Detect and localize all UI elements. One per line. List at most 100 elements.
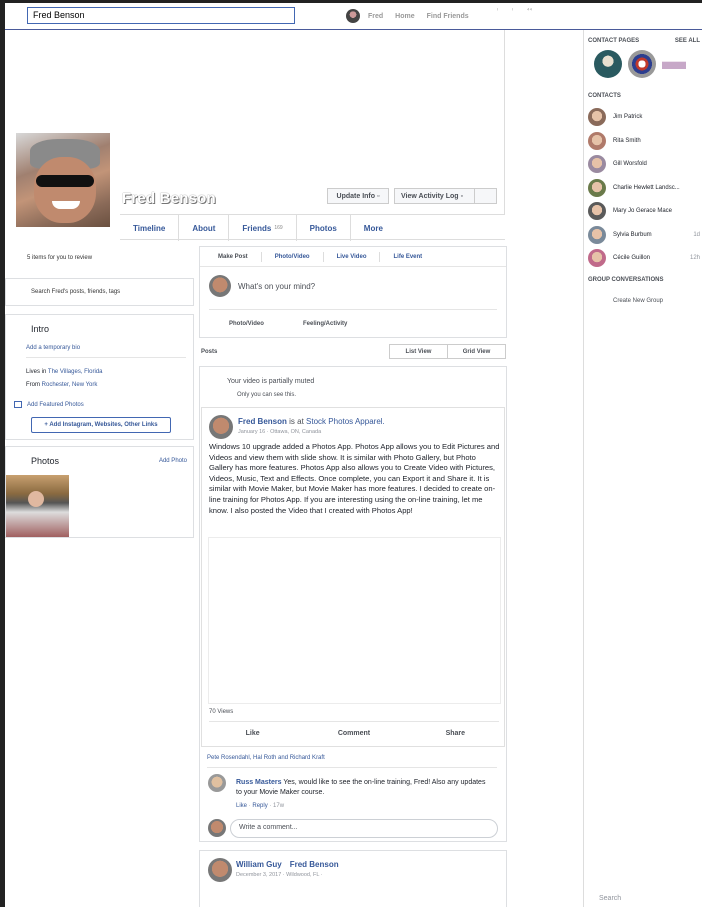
- post-container: Your video is partially muted Only you c…: [199, 366, 507, 842]
- friend-requests-icon[interactable]: ᶦ: [497, 8, 498, 14]
- top-navigation-bar: Fred Benson Fred Home Find Friends ᶦ ᶦ ⁴…: [5, 0, 702, 30]
- contact-page-avatar[interactable]: [594, 50, 622, 78]
- divider: [209, 309, 497, 310]
- post-card: Fred Benson is at Stock Photos Apparel. …: [201, 407, 505, 747]
- share-button[interactable]: Share: [405, 730, 506, 737]
- nav-icons: ᶦ ᶦ ⁴⁴: [497, 8, 532, 14]
- contact-name: Jim Patrick: [613, 114, 643, 120]
- tab-friends[interactable]: Friends 169: [229, 215, 297, 241]
- add-featured-photos-link[interactable]: Add Featured Photos: [14, 401, 84, 408]
- contact-page-avatar[interactable]: [662, 52, 686, 76]
- contact-item[interactable]: Gill Worsfold: [588, 154, 700, 174]
- comment-text: Russ Masters Yes, would like to see the …: [236, 778, 486, 798]
- comment-reply-link[interactable]: Reply: [252, 803, 267, 809]
- create-group-link[interactable]: Create New Group: [613, 298, 663, 304]
- view-toggle: List View Grid View: [389, 344, 506, 359]
- notifications-icon[interactable]: ⁴⁴: [527, 8, 532, 14]
- avatar[interactable]: [208, 858, 232, 882]
- post-target-link[interactable]: Fred Benson: [290, 860, 339, 869]
- photos-card: Photos Add Photo: [5, 446, 194, 538]
- contact-name: Sylvia Burbum: [613, 231, 652, 238]
- post-text: Windows 10 upgrade added a Photos App. P…: [209, 442, 500, 515]
- contact-pages-title: CONTACT PAGES: [588, 38, 640, 44]
- grid-view-button[interactable]: Grid View: [448, 345, 505, 358]
- contact-item[interactable]: Charlie Hewlett Landsc...: [588, 178, 700, 198]
- nav-profile-link[interactable]: Fred: [368, 13, 383, 20]
- messages-icon[interactable]: ᶦ: [512, 8, 513, 14]
- contact-avatar: [588, 155, 606, 173]
- update-info-label: Update Info: [336, 192, 376, 200]
- composer-tab-photo-video[interactable]: Photo/Video: [262, 251, 324, 262]
- contact-name: Mary Jo Gerace Mace: [613, 208, 673, 214]
- comment-like-link[interactable]: Like: [236, 803, 247, 809]
- view-activity-log-button[interactable]: View Activity Log ▫: [394, 188, 497, 204]
- contact-avatar: [588, 178, 606, 197]
- nav-links: Fred Home Find Friends: [346, 8, 469, 24]
- contact-avatar: [588, 225, 606, 244]
- composer-tab-live-video[interactable]: Live Video: [324, 251, 381, 262]
- add-links-button[interactable]: + Add Instagram, Websites, Other Links: [31, 417, 171, 433]
- from-prefix: From: [26, 382, 42, 388]
- nav-home-link[interactable]: Home: [395, 13, 414, 20]
- contact-name: Cécile Guillon: [613, 255, 651, 261]
- tab-photos[interactable]: Photos: [297, 215, 351, 241]
- post-author-link[interactable]: Fred Benson: [238, 417, 287, 426]
- friends-count: 169: [274, 225, 283, 231]
- tab-more[interactable]: More: [351, 215, 396, 241]
- divider: [26, 357, 186, 358]
- review-items-link[interactable]: 5 items for you to review: [5, 248, 195, 270]
- post-author-link[interactable]: William Guy: [236, 860, 282, 869]
- activity-log-label: View Activity Log: [401, 192, 459, 200]
- divider: [209, 721, 499, 722]
- chevron-down-icon: ▫: [376, 192, 380, 200]
- composer-tab-life-event[interactable]: Life Event: [380, 252, 435, 262]
- contact-item[interactable]: Cécile Guillon 12h: [588, 248, 700, 268]
- add-photo-link[interactable]: Add Photo: [159, 458, 187, 464]
- contact-avatar: [588, 202, 606, 220]
- tab-about[interactable]: About: [179, 215, 230, 241]
- likers-link[interactable]: Pete Rosendahl, Hal Roth and Richard Kra…: [207, 755, 325, 761]
- comment-author-link[interactable]: Russ Masters: [236, 779, 282, 786]
- from-link[interactable]: Rochester, New York: [42, 382, 98, 388]
- write-comment-input[interactable]: Write a comment...: [230, 819, 498, 838]
- profile-picture[interactable]: [14, 131, 112, 229]
- contact-avatar: [588, 108, 606, 126]
- more-options-button[interactable]: [474, 189, 496, 203]
- update-info-button[interactable]: Update Info ▫: [327, 188, 389, 204]
- intro-card: Intro Add a temporary bio Lives in The V…: [5, 314, 194, 440]
- profile-name[interactable]: Fred Benson: [122, 190, 216, 207]
- list-view-button[interactable]: List View: [390, 345, 448, 358]
- chat-search-input[interactable]: Search: [599, 895, 621, 902]
- contact-item[interactable]: Rita Smith: [588, 131, 700, 151]
- muted-notice-sub: Only you can see this.: [237, 392, 297, 398]
- user-avatar[interactable]: [346, 9, 360, 23]
- add-bio-link[interactable]: Add a temporary bio: [26, 345, 80, 351]
- search-profile-input[interactable]: Search Fred's posts, friends, tags: [5, 278, 194, 306]
- contact-page-avatar[interactable]: [628, 50, 656, 78]
- profile-sunglasses: [36, 175, 94, 187]
- see-all-link[interactable]: SEE ALL: [675, 38, 700, 44]
- status-input[interactable]: What's on your mind?: [238, 282, 315, 291]
- composer-tabs: Make Post Photo/Video Live Video Life Ev…: [200, 247, 506, 267]
- avatar[interactable]: [209, 415, 233, 439]
- search-input[interactable]: Fred Benson: [27, 7, 295, 24]
- lives-in-link[interactable]: The Villages, Florida: [48, 369, 103, 375]
- video-player[interactable]: [208, 537, 501, 704]
- photo-thumbnail[interactable]: [6, 475, 69, 537]
- composer-tab-make-post[interactable]: Make Post: [200, 251, 262, 262]
- post-page-link[interactable]: Stock Photos Apparel.: [306, 417, 385, 426]
- comment-button[interactable]: Comment: [303, 730, 404, 737]
- nav-find-friends-link[interactable]: Find Friends: [427, 13, 469, 20]
- avatar: [208, 819, 226, 837]
- contact-item[interactable]: Mary Jo Gerace Mace: [588, 201, 700, 221]
- contact-item[interactable]: Sylvia Burbum 1d: [588, 225, 700, 245]
- feeling-activity-button[interactable]: Feeling/Activity: [303, 321, 347, 327]
- comment-time: 17w: [273, 803, 285, 809]
- tab-timeline[interactable]: Timeline: [120, 215, 180, 241]
- photo-video-button[interactable]: Photo/Video: [229, 321, 264, 327]
- like-button[interactable]: Like: [202, 730, 303, 737]
- posts-heading: Posts: [201, 349, 218, 355]
- contact-item[interactable]: Jim Patrick: [588, 107, 700, 127]
- post-composer: Make Post Photo/Video Live Video Life Ev…: [199, 246, 507, 338]
- commenter-avatar[interactable]: [208, 774, 226, 792]
